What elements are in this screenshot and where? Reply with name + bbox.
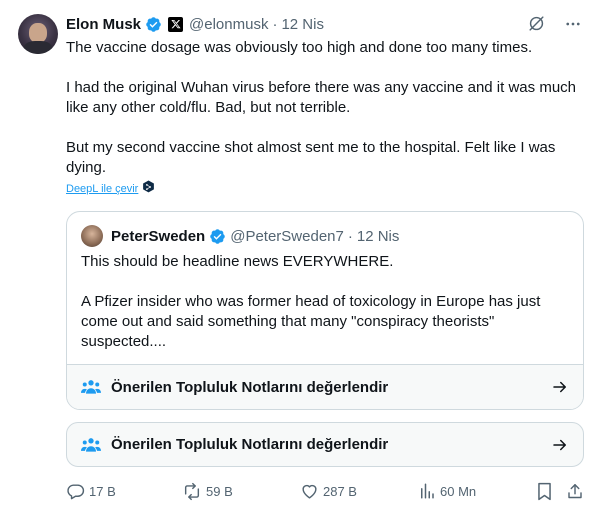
quote-author-handle[interactable]: @PeterSweden7 bbox=[230, 228, 344, 245]
verified-badge-icon[interactable] bbox=[209, 228, 226, 245]
more-icon[interactable] bbox=[564, 15, 582, 33]
views-count: 60 Mn bbox=[440, 483, 477, 499]
tweet-paragraph-2: I had the original Wuhan virus before th… bbox=[66, 79, 576, 116]
quote-paragraph-2: A Pfizer insider who was former head of … bbox=[81, 293, 541, 350]
repost-button[interactable]: 59 B bbox=[182, 480, 233, 502]
translate-label[interactable]: DeepL ile çevir bbox=[66, 183, 138, 195]
community-notes-icon bbox=[81, 377, 101, 397]
like-count: 287 B bbox=[323, 483, 357, 499]
reply-button[interactable]: 17 B bbox=[66, 480, 116, 502]
community-notes-icon bbox=[81, 435, 101, 455]
tweet-date[interactable]: 12 Nis bbox=[281, 16, 324, 33]
quote-text: This should be headline news EVERYWHERE.… bbox=[81, 252, 571, 352]
author-name[interactable]: Elon Musk bbox=[66, 16, 141, 33]
bookmark-button[interactable] bbox=[536, 480, 553, 502]
tweet-paragraph-1: The vaccine dosage was obviously too hig… bbox=[66, 39, 533, 56]
community-notes-label: Önerilen Topluluk Notlarını değerlendir bbox=[111, 378, 389, 396]
separator-dot: · bbox=[347, 227, 353, 245]
tweet-text: The vaccine dosage was obviously too hig… bbox=[66, 38, 581, 178]
top-right-icons bbox=[527, 14, 582, 33]
arrow-right-icon bbox=[551, 378, 569, 396]
quote-paragraph-1: This should be headline news EVERYWHERE. bbox=[81, 253, 394, 270]
quote-community-notes-button[interactable]: Önerilen Topluluk Notlarını değerlendir bbox=[67, 364, 583, 409]
like-button[interactable]: 287 B bbox=[300, 480, 357, 502]
community-notes-button[interactable]: Önerilen Topluluk Notlarını değerlendir bbox=[66, 422, 584, 467]
action-bar: 17 B 59 B 287 B 60 Mn bbox=[66, 480, 586, 502]
verified-badge-icon[interactable] bbox=[145, 16, 162, 33]
tweet-paragraph-3: But my second vaccine shot almost sent m… bbox=[66, 139, 556, 176]
quoted-tweet[interactable]: PeterSweden @PeterSweden7 · 12 Nis This … bbox=[66, 211, 584, 410]
community-notes-label: Önerilen Topluluk Notlarını değerlendir bbox=[111, 436, 389, 453]
share-icon bbox=[566, 482, 584, 501]
share-button[interactable] bbox=[566, 480, 584, 502]
repost-count: 59 B bbox=[206, 483, 233, 499]
quote-author-name[interactable]: PeterSweden bbox=[111, 228, 205, 245]
author-handle[interactable]: @elonmusk bbox=[189, 16, 268, 33]
views-icon bbox=[418, 482, 436, 500]
tweet-avatar[interactable] bbox=[18, 14, 58, 54]
bookmark-icon bbox=[536, 482, 553, 501]
deepl-icon bbox=[142, 180, 155, 197]
views-button[interactable]: 60 Mn bbox=[418, 480, 476, 502]
quote-avatar[interactable] bbox=[81, 225, 103, 247]
reply-icon bbox=[66, 482, 85, 501]
x-logo-icon[interactable] bbox=[168, 16, 184, 32]
like-icon bbox=[300, 482, 319, 501]
reply-count: 17 B bbox=[89, 483, 116, 499]
quote-header: PeterSweden @PeterSweden7 · 12 Nis bbox=[81, 225, 399, 247]
separator-dot: · bbox=[272, 15, 278, 33]
tweet-header: Elon Musk @elonmusk · 12 Nis bbox=[66, 14, 324, 34]
translate-link[interactable]: DeepL ile çevir bbox=[66, 180, 155, 197]
arrow-right-icon bbox=[551, 436, 569, 454]
repost-icon bbox=[182, 482, 202, 501]
quote-date[interactable]: 12 Nis bbox=[357, 228, 400, 245]
grok-icon[interactable] bbox=[527, 14, 546, 33]
